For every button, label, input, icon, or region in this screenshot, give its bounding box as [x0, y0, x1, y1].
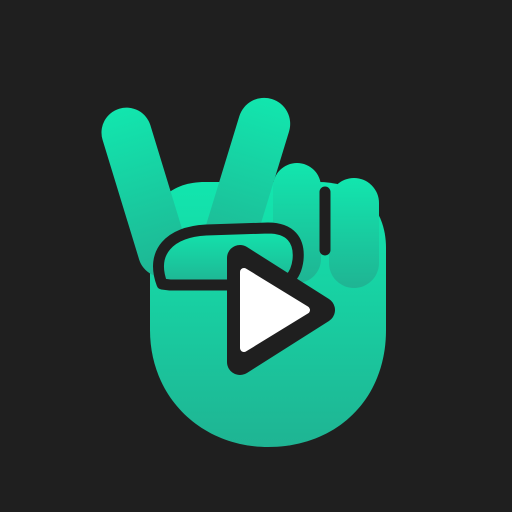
- peace-hand-play-icon: [101, 97, 386, 447]
- app-icon: [0, 0, 512, 512]
- pinky-finger-shape: [329, 178, 379, 288]
